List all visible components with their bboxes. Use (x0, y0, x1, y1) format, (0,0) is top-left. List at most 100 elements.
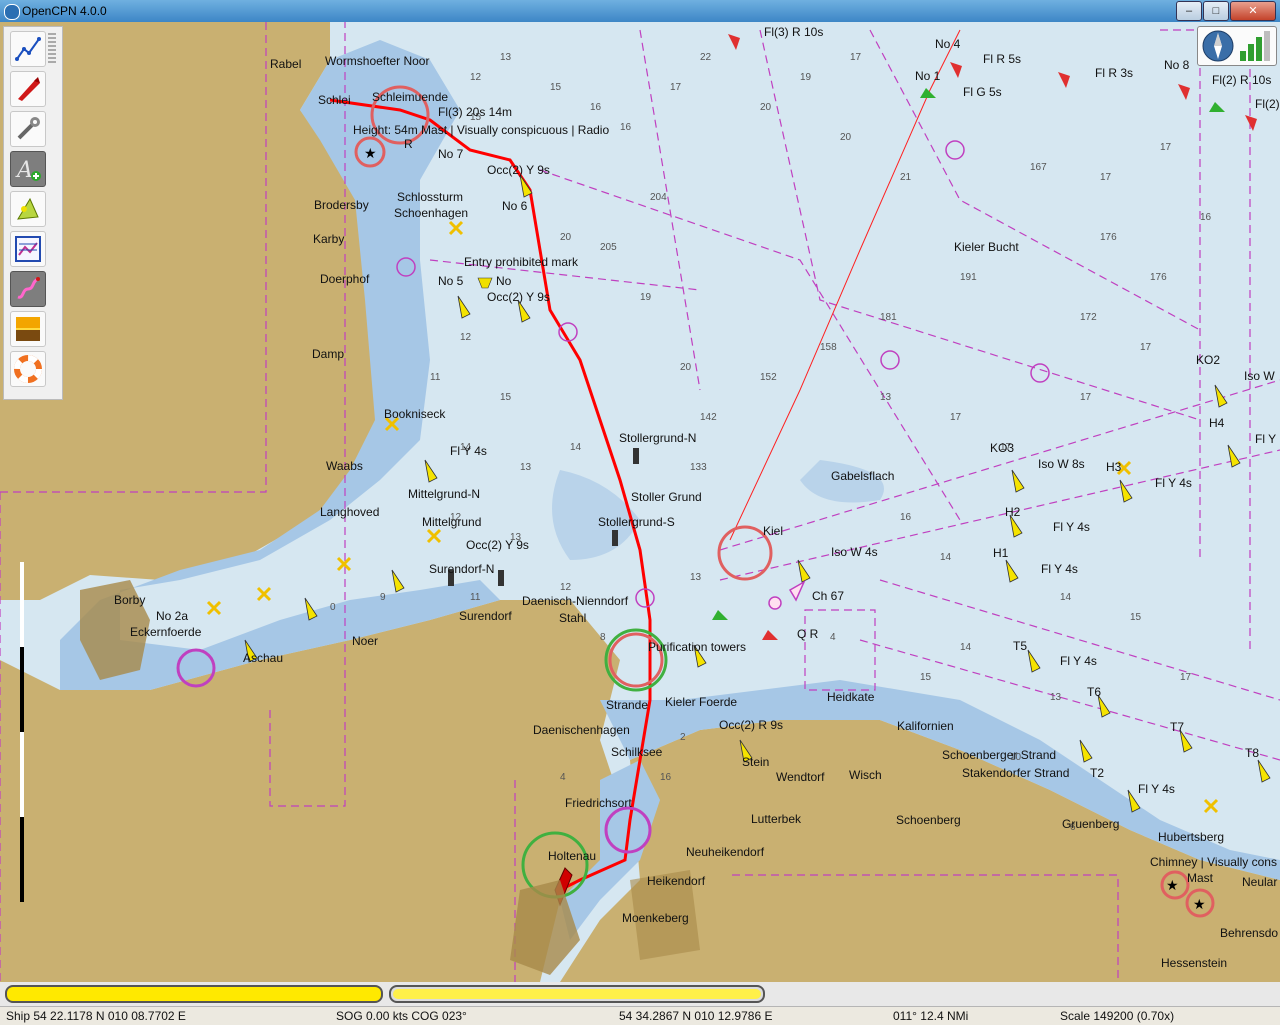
main-toolbar: A (3, 26, 63, 400)
label-fl-y-4s-d: Fl Y 4s (1041, 562, 1078, 576)
maximize-button[interactable]: □ (1203, 1, 1229, 21)
label-brodersby: Brodersby (314, 198, 369, 212)
label-no6: No 6 (502, 199, 528, 213)
label-behrensdo: Behrensdo (1220, 926, 1278, 940)
label-wisch: Wisch (849, 768, 882, 782)
label-t6: T6 (1087, 685, 1101, 699)
svg-text:16: 16 (620, 122, 632, 133)
svg-text:13: 13 (880, 392, 892, 403)
svg-text:14: 14 (1060, 592, 1072, 603)
label-moenkeberg: Moenkeberg (622, 911, 689, 925)
label-occ2-y-9s-b: Occ(2) Y 9s (466, 538, 529, 552)
svg-text:11: 11 (430, 372, 441, 383)
chart-info-button[interactable] (10, 231, 46, 267)
chart-canvas[interactable]: ★ ★ ★ 12 13 15 16 16 17 22 20 19 17 20 21 167 17 1… (0, 22, 1280, 982)
svg-text:12: 12 (560, 582, 572, 593)
label-daenisch-nienndorf: Daenisch-Nienndorf (522, 594, 629, 608)
svg-text:12: 12 (470, 72, 482, 83)
label-q-r: Q R (797, 627, 819, 641)
svg-text:17: 17 (1160, 142, 1172, 153)
chart-quilt-bar-primary[interactable] (5, 985, 383, 1003)
svg-text:17: 17 (1140, 342, 1152, 353)
gps-signal-icon (1240, 31, 1270, 61)
label-fl-y-4s-a: Fl Y 4s (450, 444, 487, 458)
label-heikendorf: Heikendorf (647, 874, 706, 888)
svg-text:14: 14 (940, 552, 952, 563)
svg-text:176: 176 (1150, 272, 1167, 283)
chart-bar-row (0, 982, 1280, 1006)
cursor-position: 54 34.2867 N 010 12.9786 E (619, 1009, 773, 1023)
label-t5: T5 (1013, 639, 1027, 653)
label-borby: Borby (114, 593, 145, 607)
close-button[interactable]: ✕ (1230, 1, 1276, 21)
svg-text:19: 19 (640, 292, 652, 303)
svg-text:167: 167 (1030, 162, 1047, 173)
label-ko3: KO3 (990, 441, 1014, 455)
label-lutterbek: Lutterbek (751, 812, 802, 826)
label-schlossturm: Schlossturm (397, 190, 463, 204)
label-fl-y: Fl Y (1255, 432, 1276, 446)
svg-text:13: 13 (500, 52, 512, 63)
label-kieler-bucht: Kieler Bucht (954, 240, 1019, 254)
mob-button[interactable] (10, 351, 46, 387)
svg-text:13: 13 (690, 572, 702, 583)
ship-position: Ship 54 22.1178 N 010 08.7702 E (6, 1009, 186, 1023)
label-mast: Mast (1187, 871, 1214, 885)
scale-bar (20, 562, 24, 902)
svg-text:14: 14 (960, 642, 972, 653)
svg-text:16: 16 (1200, 212, 1212, 223)
label-stollergrund-s: Stollergrund-S (598, 515, 675, 529)
svg-text:133: 133 (690, 462, 707, 473)
compass-gps-panel[interactable] (1197, 26, 1277, 66)
text-tool-button[interactable]: A (10, 151, 46, 187)
svg-text:20: 20 (840, 132, 852, 143)
label-stoller-grund: Stoller Grund (631, 490, 702, 504)
label-fl2-r-10s: Fl(2) R 10s (1212, 73, 1271, 87)
route-button[interactable] (10, 31, 46, 67)
nautical-chart[interactable]: ★ ★ ★ 121315 161617 222019 172021 167171… (0, 22, 1280, 982)
svg-text:142: 142 (700, 412, 717, 423)
label-kiel: Kiel (763, 524, 783, 538)
color-scheme-button[interactable] (10, 311, 46, 347)
minimize-button[interactable]: – (1176, 1, 1202, 21)
svg-text:14: 14 (570, 442, 582, 453)
ais-button[interactable] (10, 191, 46, 227)
svg-text:2: 2 (680, 732, 686, 743)
label-kalifornien: Kalifornien (897, 719, 954, 733)
label-kieler-foerde: Kieler Foerde (665, 695, 737, 709)
label-noer: Noer (352, 634, 378, 648)
ship-button[interactable] (10, 71, 46, 107)
label-schoenberger-strand: Schoenberger Strand (942, 748, 1056, 762)
label-t2: T2 (1090, 766, 1104, 780)
label-t8: T8 (1245, 746, 1259, 760)
toolbar-grip[interactable] (48, 33, 56, 63)
track-button[interactable] (10, 271, 46, 307)
svg-text:181: 181 (880, 312, 897, 323)
svg-text:20: 20 (680, 362, 692, 373)
svg-text:11: 11 (470, 592, 481, 603)
label-aschau: Aschau (243, 651, 283, 665)
svg-text:4: 4 (560, 772, 566, 783)
label-no5: No 5 (438, 274, 464, 288)
label-heidkate: Heidkate (827, 690, 875, 704)
sunrise-icon (16, 317, 40, 341)
svg-text:8: 8 (600, 632, 606, 643)
label-gabelsflach: Gabelsflach (831, 469, 894, 483)
settings-button[interactable] (10, 111, 46, 147)
label-mittelgrund: Mittelgrund (422, 515, 481, 529)
label-occ2-y-9s-a: Occ(2) Y 9s (487, 163, 550, 177)
label-fl3-r-10s: Fl(3) R 10s (764, 25, 823, 39)
svg-text:17: 17 (1080, 392, 1092, 403)
svg-text:16: 16 (590, 102, 602, 113)
label-strande: Strande (606, 698, 648, 712)
label-fl-y-4s-b: Fl Y 4s (1155, 476, 1192, 490)
route-icon (15, 37, 41, 61)
label-schoenberg: Schoenberg (896, 813, 961, 827)
label-h1: H1 (993, 546, 1009, 560)
chart-info-icon (15, 236, 41, 262)
label-wendtorf: Wendtorf (776, 770, 825, 784)
chart-quilt-bar-secondary[interactable] (389, 985, 765, 1003)
label-fl-y-4s-f: Fl Y 4s (1138, 782, 1175, 796)
svg-text:4: 4 (830, 632, 836, 643)
label-ch67: Ch 67 (812, 589, 844, 603)
